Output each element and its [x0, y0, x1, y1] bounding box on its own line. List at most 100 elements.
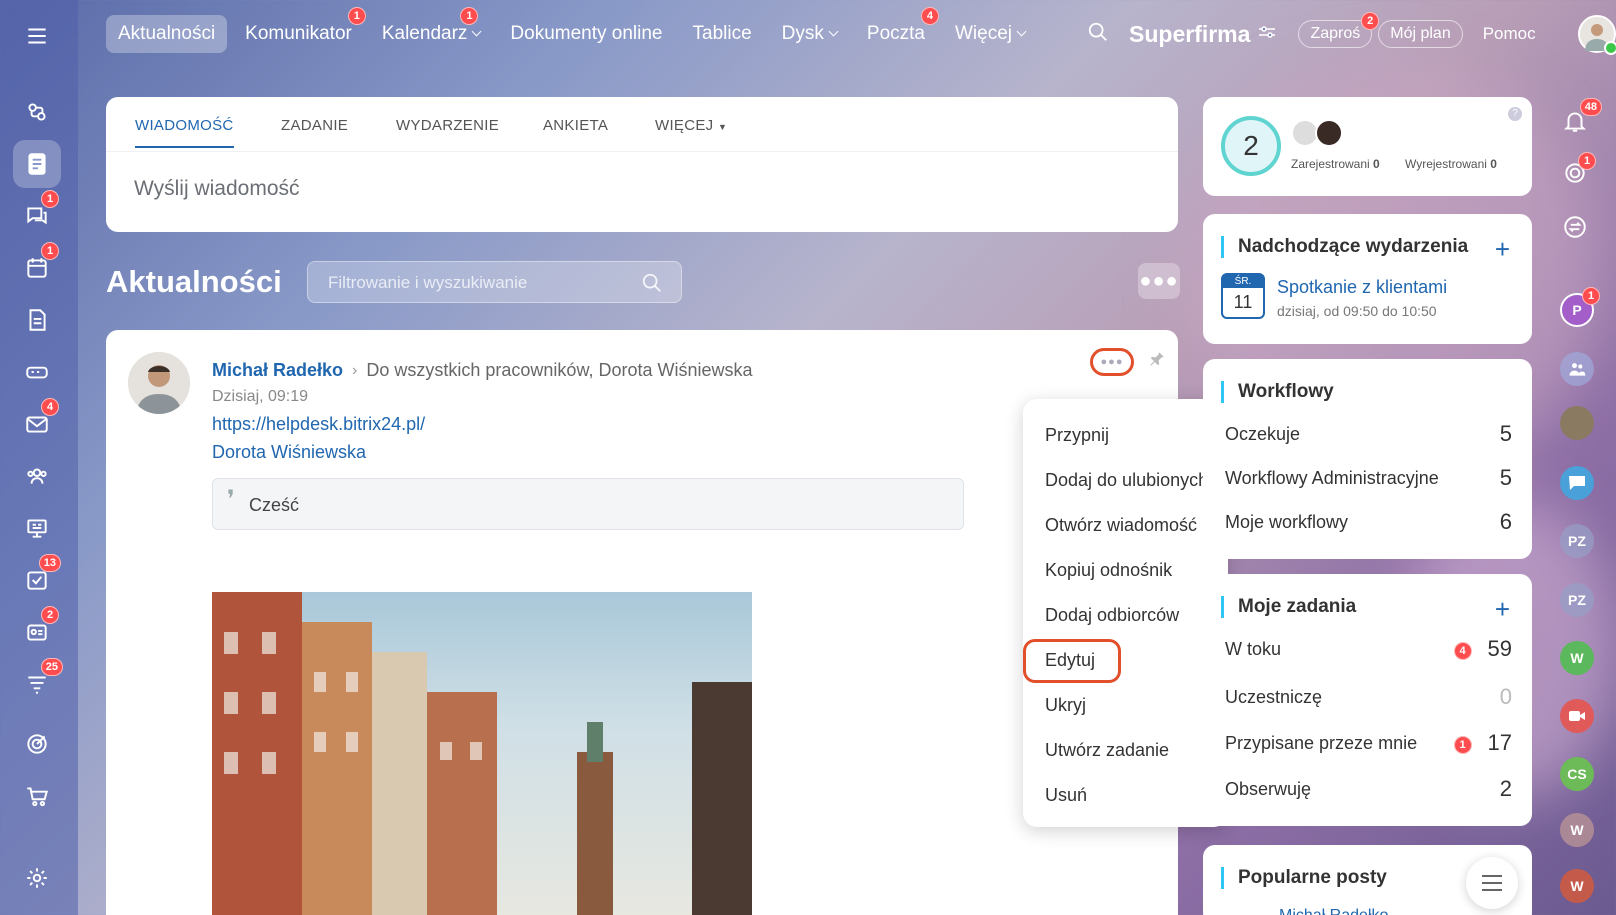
menu-add-recipients[interactable]: Dodaj odbiorców	[1045, 605, 1179, 626]
event-time: dzisiaj, od 09:50 do 10:50	[1277, 303, 1437, 319]
add-event-icon[interactable]: +	[1495, 234, 1510, 265]
contact-avatar[interactable]: PZ	[1560, 524, 1594, 558]
nav-label: Komunikator	[245, 23, 352, 44]
task-row[interactable]: Przypisane przeze mnie 1 17	[1225, 730, 1512, 756]
author-avatar[interactable]	[128, 352, 190, 414]
post-mention[interactable]: Dorota Wiśniewska	[212, 442, 366, 463]
post-link[interactable]: https://helpdesk.bitrix24.pl/	[212, 414, 425, 435]
tasks-icon[interactable]: 13	[13, 554, 61, 604]
bell-icon[interactable]: 48	[1562, 98, 1602, 139]
event-day-name: ŚR.	[1223, 275, 1263, 288]
goals-badge: 1	[1578, 152, 1596, 170]
document-icon[interactable]	[13, 296, 61, 344]
group-icon[interactable]	[1560, 352, 1594, 386]
feed-options-button[interactable]: ●●●	[1138, 263, 1180, 299]
collab-icon[interactable]	[13, 88, 61, 136]
menu-hide[interactable]: Ukryj	[1045, 695, 1086, 716]
target-icon[interactable]	[13, 720, 61, 768]
help-icon[interactable]: ?	[1508, 107, 1522, 121]
settings-icon[interactable]	[13, 854, 61, 902]
search-icon[interactable]	[1087, 21, 1109, 48]
drive-icon[interactable]	[13, 348, 61, 396]
task-label: Obserwuję	[1225, 778, 1312, 799]
contact-avatar[interactable]: PZ	[1560, 583, 1594, 617]
tab-event[interactable]: WYDARZENIE	[396, 117, 499, 146]
mail-icon[interactable]: 4	[13, 398, 61, 448]
menu-create-task[interactable]: Utwórz zadanie	[1045, 740, 1169, 761]
nav-kalendarz[interactable]: Kalendarz 1	[370, 7, 493, 53]
nav-dokumenty[interactable]: Dokumenty online	[498, 15, 674, 53]
pin-icon[interactable]	[1148, 350, 1166, 373]
post-more-button[interactable]: ●●●	[1090, 348, 1134, 376]
filter-search-input[interactable]: Filtrowanie i wyszukiwanie	[307, 261, 682, 303]
task-count: 1 17	[1453, 730, 1512, 756]
presence-count[interactable]: 2	[1221, 116, 1281, 176]
workflow-row[interactable]: Oczekuje 5	[1225, 421, 1512, 447]
nav-wiecej[interactable]: Więcej	[943, 15, 1037, 53]
help-button[interactable]: Pomoc	[1483, 24, 1536, 44]
my-plan-button[interactable]: Mój plan	[1378, 20, 1463, 48]
task-row[interactable]: W toku 4 59	[1225, 636, 1512, 662]
menu-copy-link[interactable]: Kopiuj odnośnik	[1045, 560, 1172, 581]
nav-poczta[interactable]: Poczta 4	[855, 7, 939, 53]
contact-avatar[interactable]	[1560, 406, 1594, 440]
popular-author[interactable]: Michał Radełko	[1279, 907, 1388, 915]
nav-tablice[interactable]: Tablice	[681, 15, 764, 53]
menu-edit[interactable]: Edytuj	[1045, 650, 1095, 671]
chat-icon[interactable]: 1	[13, 190, 61, 240]
task-row[interactable]: Obserwuję 2	[1225, 776, 1512, 802]
quote-text: Cześć	[249, 495, 300, 515]
message-input[interactable]: Wyślij wiadomość	[134, 177, 300, 201]
employees-icon[interactable]	[13, 452, 61, 500]
user-avatar[interactable]	[1577, 15, 1616, 55]
menu-open-message[interactable]: Otwórz wiadomość	[1045, 515, 1197, 536]
calendar-icon[interactable]: 1	[13, 242, 61, 292]
workflow-value: 6	[1499, 509, 1512, 534]
post-image[interactable]	[212, 592, 752, 915]
calendar-badge: 1	[41, 242, 59, 260]
add-task-icon[interactable]: +	[1495, 594, 1510, 625]
crm-badge: 2	[41, 606, 59, 624]
event-name[interactable]: Spotkanie z klientami	[1277, 277, 1447, 298]
presentation-icon[interactable]	[13, 504, 61, 552]
tab-message[interactable]: WIADOMOŚĆ	[135, 117, 234, 148]
crm-icon[interactable]: 2	[13, 606, 61, 656]
tab-task[interactable]: ZADANIE	[281, 117, 348, 146]
menu-add-favorites[interactable]: Dodaj do ulubionych	[1045, 470, 1208, 491]
sync-icon[interactable]	[1562, 214, 1588, 245]
contact-avatar[interactable]: W	[1560, 869, 1594, 903]
tab-more[interactable]: WIĘCEJ ▼	[655, 117, 727, 146]
filter-icon[interactable]: 25	[13, 658, 63, 708]
nav-aktualnosci[interactable]: Aktualności	[106, 15, 228, 53]
nav-komunikator[interactable]: Komunikator 1	[233, 7, 366, 53]
nav-dysk[interactable]: Dysk	[770, 15, 849, 53]
company-name[interactable]: Superfirma	[1129, 21, 1250, 48]
company-settings-icon[interactable]	[1258, 25, 1276, 44]
task-row[interactable]: Uczestniczę 0	[1225, 684, 1512, 710]
filter-badge: 25	[40, 658, 63, 676]
menu-delete[interactable]: Usuń	[1045, 785, 1087, 806]
user-avatar[interactable]	[1315, 119, 1343, 147]
workflow-row[interactable]: Workflowy Administracyjne 5	[1225, 465, 1512, 491]
contact-avatar[interactable]: P1	[1560, 287, 1600, 327]
author-name[interactable]: Michał Radełko	[212, 360, 343, 381]
menu-icon[interactable]	[13, 12, 61, 60]
search-icon[interactable]	[641, 272, 663, 294]
contact-avatar[interactable]: CS	[1560, 757, 1594, 791]
task-count: 4 59	[1453, 636, 1512, 662]
task-label: Przypisane przeze mnie	[1225, 732, 1418, 753]
post-recipients[interactable]: Do wszystkich pracowników, Dorota Wiśnie…	[366, 360, 752, 381]
invite-button[interactable]: Zaproś 2	[1298, 12, 1380, 48]
contact-avatar[interactable]: W	[1560, 641, 1594, 675]
chat-bubble-icon[interactable]	[1560, 466, 1594, 500]
menu-pin[interactable]: Przypnij	[1045, 425, 1109, 446]
contact-avatar[interactable]: W	[1560, 813, 1594, 847]
video-call-icon[interactable]	[1560, 699, 1594, 733]
workflow-row[interactable]: Moje workflowy 6	[1225, 509, 1512, 535]
tab-poll[interactable]: ANKIETA	[543, 117, 608, 146]
chat-badge: 1	[41, 190, 59, 208]
list-icon[interactable]	[1466, 857, 1518, 909]
feed-icon[interactable]	[13, 140, 61, 188]
goals-icon[interactable]: 1	[1562, 152, 1596, 191]
cart-icon[interactable]	[13, 772, 61, 820]
